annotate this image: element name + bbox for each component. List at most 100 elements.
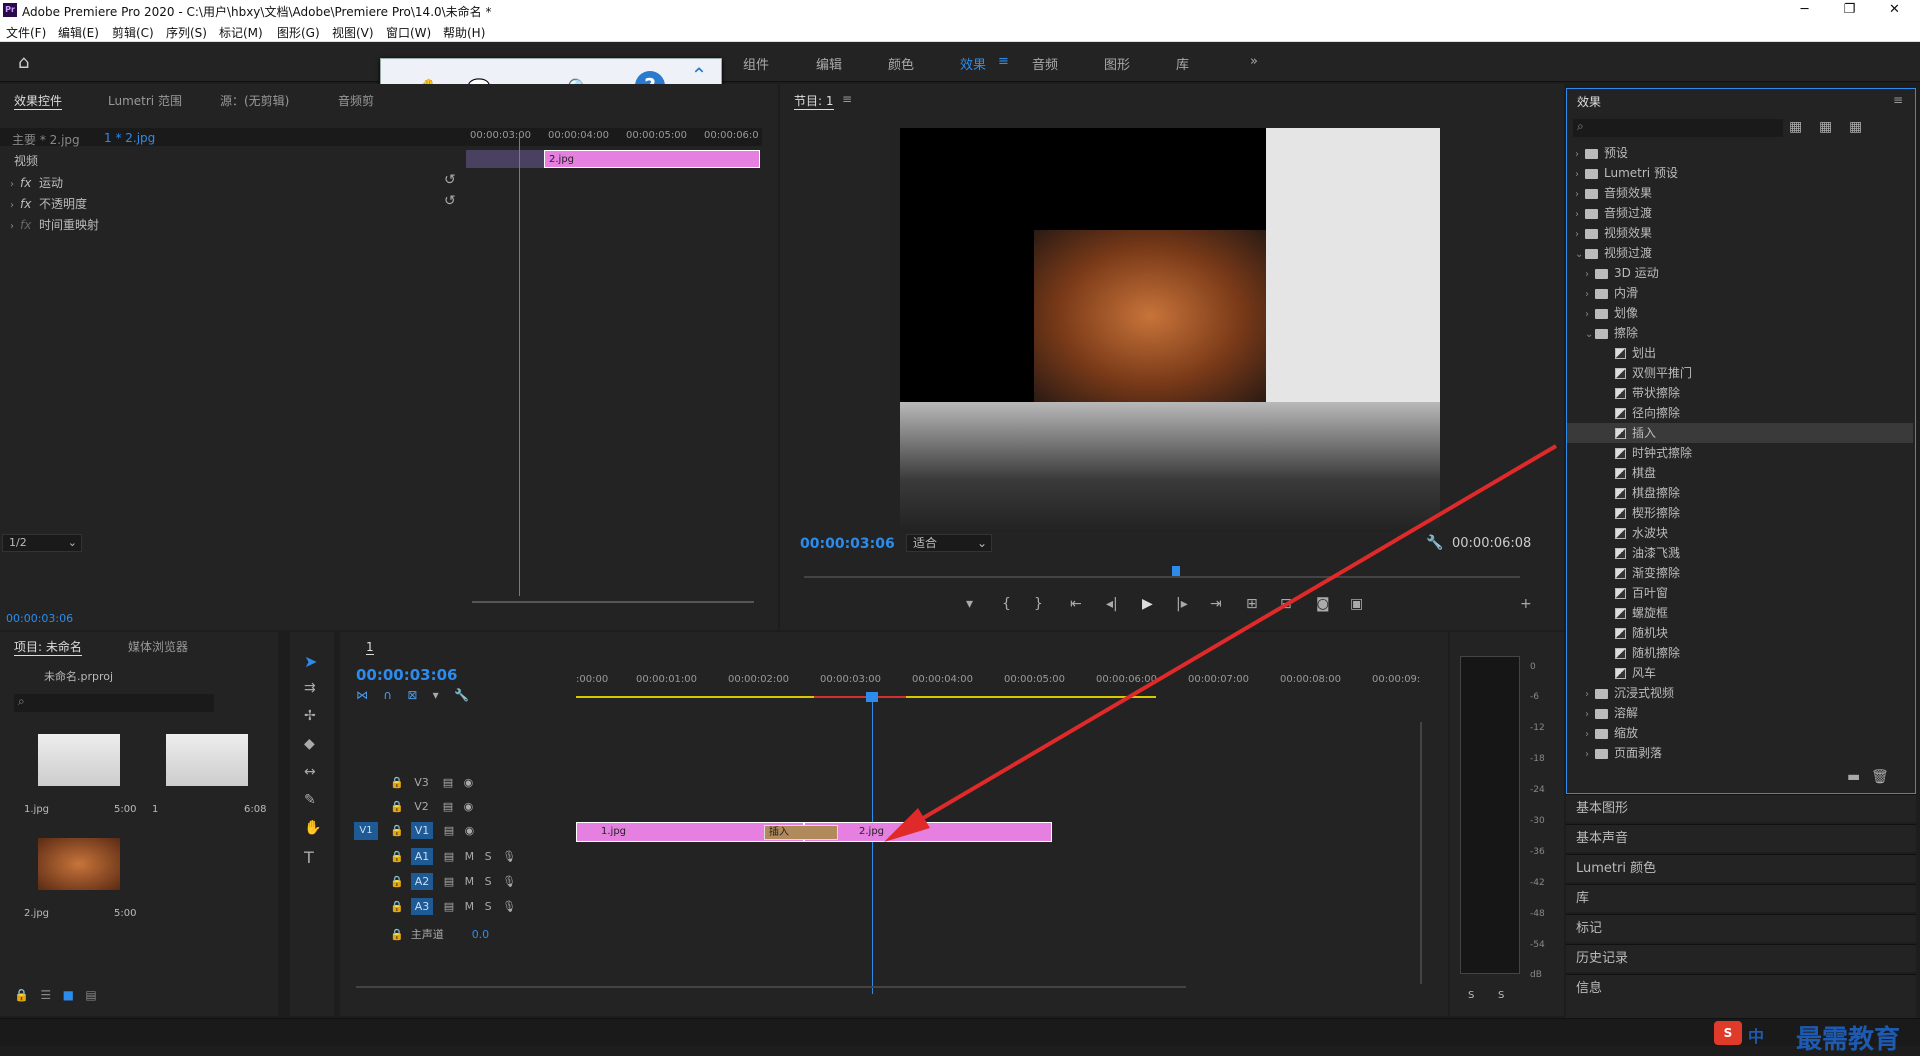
effect-item[interactable]: 螺旋框	[1567, 603, 1913, 623]
effect-item[interactable]: 油漆飞溅	[1567, 543, 1913, 563]
effects-folder[interactable]: › 内滑	[1567, 283, 1913, 303]
chevron-down-icon[interactable]: ⌄	[1585, 325, 1595, 345]
tab-project[interactable]: 项目: 未命名	[14, 638, 82, 656]
wrench-icon[interactable]: 🔧	[1426, 535, 1443, 551]
panel-markers[interactable]: 标记	[1566, 914, 1916, 942]
effect-motion[interactable]: › fx 运动	[10, 174, 63, 191]
hand-tool-icon[interactable]: ✋	[304, 820, 321, 836]
go-to-in-icon[interactable]: ⇤	[1070, 596, 1082, 612]
ec-playhead[interactable]	[519, 136, 520, 596]
lock-icon[interactable]: 🔒	[14, 988, 29, 1002]
accelerated-effects-icon[interactable]: ▦	[1789, 119, 1802, 135]
project-search-input[interactable]: ⌕	[14, 694, 214, 712]
timeline-clip-2jpg[interactable]: 2.jpg	[804, 822, 1052, 842]
selection-tool-icon[interactable]: ➤	[304, 652, 317, 671]
workspace-menu-icon[interactable]: ≡	[998, 54, 1009, 69]
menu-graphics[interactable]: 图形(G)	[277, 24, 320, 41]
effect-time-remap[interactable]: › fx 时间重映射	[10, 216, 99, 233]
timeline-h-scrollbar[interactable]	[356, 986, 1186, 988]
program-playhead[interactable]	[1172, 566, 1180, 576]
effect-item[interactable]: 棋盘擦除	[1567, 483, 1913, 503]
compare-icon[interactable]: ▣	[1350, 596, 1363, 612]
chevron-right-icon[interactable]: ›	[1585, 285, 1595, 305]
step-back-icon[interactable]: ◂|	[1106, 596, 1118, 612]
tab-sequence[interactable]: 1	[366, 640, 374, 655]
menu-help[interactable]: 帮助(H)	[443, 24, 485, 41]
effect-item[interactable]: 水波块	[1567, 523, 1913, 543]
effect-item[interactable]: 风车	[1567, 663, 1913, 683]
thumb-1jpg[interactable]	[38, 734, 120, 786]
lift-icon[interactable]: ⊞	[1246, 596, 1258, 612]
tab-program[interactable]: 节目: 1	[794, 92, 834, 110]
effects-folder[interactable]: › Lumetri 预设	[1567, 163, 1913, 183]
effect-opacity[interactable]: › fx 不透明度	[10, 195, 87, 212]
effect-item[interactable]: 百叶窗	[1567, 583, 1913, 603]
menu-window[interactable]: 窗口(W)	[386, 24, 431, 41]
thumb-2jpg[interactable]	[38, 838, 120, 890]
timeline-v-scrollbar[interactable]	[1420, 722, 1422, 984]
effect-item[interactable]: 随机块	[1567, 623, 1913, 643]
insert-sequence-icon[interactable]: ⊠	[407, 688, 417, 702]
workspace-tab-libraries[interactable]: 库	[1176, 54, 1189, 73]
eye-icon[interactable]: ◉	[464, 776, 474, 789]
solo-left-button[interactable]: S	[1468, 990, 1474, 1001]
effects-search-input[interactable]: ⌕	[1573, 119, 1783, 137]
chevron-right-icon[interactable]: ›	[1585, 685, 1595, 705]
panel-essential-graphics[interactable]: 基本图形	[1566, 794, 1916, 822]
effects-folder[interactable]: › 音频过渡	[1567, 203, 1913, 223]
maximize-button[interactable]: ❐	[1827, 0, 1872, 20]
lock-icon[interactable]: 🔒	[390, 900, 404, 913]
solo-right-button[interactable]: S	[1498, 990, 1504, 1001]
tab-source[interactable]: 源：(无剪辑)	[220, 92, 289, 109]
thumb-sequence-1[interactable]	[166, 734, 248, 786]
tab-audio-clip[interactable]: 音频剪	[338, 92, 374, 109]
close-button[interactable]: ✕	[1872, 0, 1917, 20]
program-scrubber[interactable]	[804, 576, 1520, 578]
minimize-button[interactable]: ─	[1782, 0, 1827, 20]
chevron-right-icon[interactable]: ›	[1575, 225, 1585, 245]
reset-icon[interactable]: ↺	[444, 172, 456, 188]
menu-view[interactable]: 视图(V)	[332, 24, 374, 41]
effects-folder[interactable]: › 沉浸式视频	[1567, 683, 1913, 703]
playhead-handle[interactable]	[866, 692, 878, 702]
fit-dropdown[interactable]: 适合 ⌄	[906, 534, 992, 552]
eye-icon[interactable]: ◉	[465, 824, 475, 837]
chevron-right-icon[interactable]: ›	[1585, 725, 1595, 745]
chevron-right-icon[interactable]: ›	[1585, 265, 1595, 285]
sequence-clip-label[interactable]: 1 * 2.jpg	[104, 131, 155, 145]
slip-tool-icon[interactable]: ↔	[304, 764, 316, 780]
menu-edit[interactable]: 编辑(E)	[58, 24, 99, 41]
ec-zoom-scrollbar[interactable]	[472, 601, 754, 603]
chevron-right-icon[interactable]: ›	[1575, 205, 1585, 225]
effect-item[interactable]: 带状擦除	[1567, 383, 1913, 403]
effect-item[interactable]: 随机擦除	[1567, 643, 1913, 663]
timeline-playhead[interactable]	[872, 694, 873, 994]
lock-icon[interactable]: 🔒	[390, 824, 404, 837]
ime-language[interactable]: 中	[1748, 1023, 1764, 1047]
workspace-tab-audio[interactable]: 音频	[1032, 54, 1058, 73]
extract-icon[interactable]: ⊟	[1280, 596, 1292, 612]
chevron-right-icon[interactable]: ›	[1585, 305, 1595, 325]
workspace-tab-assembly[interactable]: 组件	[743, 54, 769, 73]
export-frame-icon[interactable]: ◙	[1316, 596, 1330, 612]
menu-file[interactable]: 文件(F)	[6, 24, 46, 41]
yuv-effects-icon[interactable]: ▦	[1849, 119, 1862, 135]
ripple-edit-icon[interactable]: ✢	[304, 708, 316, 724]
lock-icon[interactable]: 🔒	[390, 800, 404, 813]
lock-icon[interactable]: 🔒	[390, 850, 404, 863]
effect-item[interactable]: 时钟式擦除	[1567, 443, 1913, 463]
effects-folder[interactable]: › 音频效果	[1567, 183, 1913, 203]
add-marker-icon[interactable]: ▾	[966, 596, 973, 612]
workspace-tab-graphics[interactable]: 图形	[1104, 54, 1130, 73]
ec-clip-bar[interactable]: 2.jpg	[544, 150, 760, 168]
panel-menu-icon[interactable]: ≡	[842, 92, 852, 106]
reset-icon[interactable]: ↺	[444, 193, 456, 209]
settings-wrench-icon[interactable]: 🔧	[454, 688, 469, 702]
tab-media-browser[interactable]: 媒体浏览器	[128, 638, 188, 655]
effect-item[interactable]: 渐变擦除	[1567, 563, 1913, 583]
go-to-out-icon[interactable]: ⇥	[1210, 596, 1222, 612]
effects-folder[interactable]: › 缩放	[1567, 723, 1913, 743]
lock-icon[interactable]: 🔒	[390, 875, 404, 888]
marker-icon[interactable]: ▾	[433, 688, 439, 702]
icon-view-icon[interactable]: ■	[63, 988, 74, 1002]
